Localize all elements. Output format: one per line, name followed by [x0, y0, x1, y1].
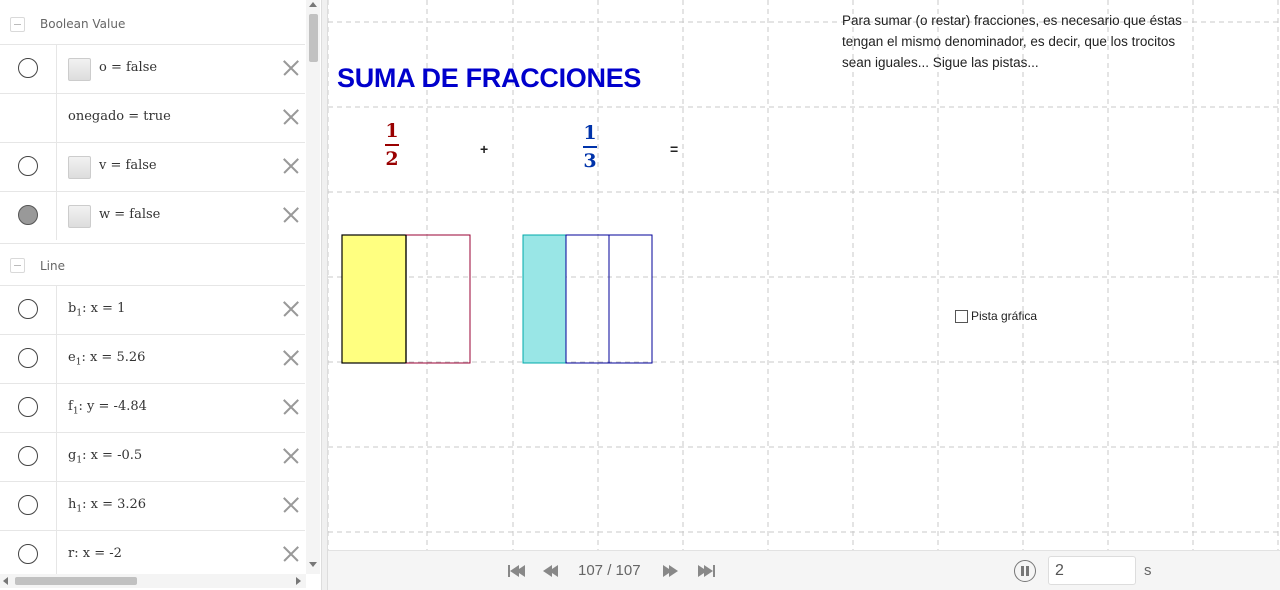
delete-icon[interactable] [281, 446, 301, 466]
algebra-row-text: w = false [99, 207, 161, 222]
visibility-marble-icon[interactable] [18, 58, 38, 78]
collapse-icon[interactable] [10, 16, 25, 32]
algebra-row-text: g1: x = -0.5 [68, 448, 143, 466]
visibility-marble-icon[interactable] [18, 446, 38, 466]
graphics-view[interactable]: SUMA DE FRACCIONES Para sumar (o restar)… [328, 0, 1280, 550]
third-empty-part [565, 234, 610, 364]
scroll-down-icon[interactable] [309, 562, 317, 567]
delete-icon[interactable] [281, 58, 301, 78]
algebra-row-text: e1: x = 5.26 [68, 350, 146, 368]
hint-checkbox[interactable]: Pista gráfica [955, 309, 1037, 323]
scroll-up-icon[interactable] [309, 2, 317, 7]
visibility-marble-icon[interactable] [18, 205, 38, 225]
speed-unit-label: s [1144, 562, 1152, 579]
boolean-checkbox[interactable] [68, 156, 91, 179]
pause-icon[interactable] [1014, 560, 1036, 582]
checkbox-icon[interactable] [955, 309, 968, 323]
animation-speed-input[interactable] [1048, 556, 1136, 585]
fraction-rectangles [341, 234, 653, 364]
first-step-icon[interactable] [508, 563, 525, 579]
algebra-view: Boolean Value o = false onegado = true v… [0, 0, 305, 574]
algebra-row-text: h1: x = 3.26 [68, 497, 147, 515]
third-filled-part [522, 234, 567, 364]
algebra-row-onegado[interactable]: onegado = true [0, 93, 305, 142]
scrollbar-thumb[interactable] [309, 14, 318, 62]
algebra-row-f1[interactable]: f1: y = -4.84 [0, 383, 305, 432]
visibility-marble-icon[interactable] [18, 348, 38, 368]
algebra-row-w[interactable]: w = false [0, 191, 305, 240]
half-filled-part [341, 234, 407, 364]
scroll-left-icon[interactable] [3, 577, 8, 585]
construction-step-toolbar: 107 / 107 s [328, 550, 1280, 590]
visibility-marble-icon[interactable] [18, 397, 38, 417]
algebra-row-text: onegado = true [68, 109, 171, 124]
algebra-row-text: r: x = -2 [68, 546, 122, 561]
algebra-row-text: b1: x = 1 [68, 301, 126, 319]
visibility-marble-icon[interactable] [18, 495, 38, 515]
group-header-boolean[interactable]: Boolean Value [0, 2, 305, 46]
algebra-row-r[interactable]: r: x = -2 [0, 530, 305, 574]
scroll-right-icon[interactable] [296, 577, 301, 585]
algebra-row-text: o = false [99, 60, 158, 75]
delete-icon[interactable] [281, 107, 301, 127]
scrollbar-thumb[interactable] [15, 577, 137, 585]
panel-divider[interactable] [321, 0, 328, 590]
hint-label: Pista gráfica [971, 309, 1038, 323]
delete-icon[interactable] [281, 348, 301, 368]
algebra-row-h1[interactable]: h1: x = 3.26 [0, 481, 305, 530]
algebra-row-text: f1: y = -4.84 [68, 399, 147, 417]
algebra-row-g1[interactable]: g1: x = -0.5 [0, 432, 305, 481]
algebra-row-text: v = false [99, 158, 157, 173]
visibility-marble-icon[interactable] [18, 156, 38, 176]
step-counter: 107 / 107 [578, 562, 641, 579]
next-step-icon[interactable] [663, 563, 678, 579]
group-label: Line [40, 258, 66, 273]
boolean-checkbox[interactable] [68, 205, 91, 228]
group-header-line[interactable]: Line [0, 243, 305, 287]
algebra-vertical-scrollbar[interactable] [306, 0, 320, 574]
delete-icon[interactable] [281, 299, 301, 319]
last-step-icon[interactable] [698, 563, 715, 579]
visibility-marble-icon[interactable] [18, 544, 38, 564]
half-empty-part [405, 234, 471, 364]
delete-icon[interactable] [281, 495, 301, 515]
delete-icon[interactable] [281, 156, 301, 176]
boolean-checkbox[interactable] [68, 58, 91, 81]
algebra-horizontal-scrollbar[interactable] [0, 574, 306, 588]
third-empty-part [608, 234, 653, 364]
delete-icon[interactable] [281, 544, 301, 564]
algebra-row-o[interactable]: o = false [0, 44, 305, 93]
delete-icon[interactable] [281, 205, 301, 225]
half-rectangle [341, 234, 471, 364]
visibility-marble-icon[interactable] [18, 299, 38, 319]
delete-icon[interactable] [281, 397, 301, 417]
third-rectangle [522, 234, 653, 364]
algebra-row-e1[interactable]: e1: x = 5.26 [0, 334, 305, 383]
group-label: Boolean Value [40, 17, 126, 31]
algebra-row-b1[interactable]: b1: x = 1 [0, 285, 305, 334]
algebra-row-v[interactable]: v = false [0, 142, 305, 191]
previous-step-icon[interactable] [543, 563, 558, 579]
collapse-icon[interactable] [10, 258, 25, 273]
